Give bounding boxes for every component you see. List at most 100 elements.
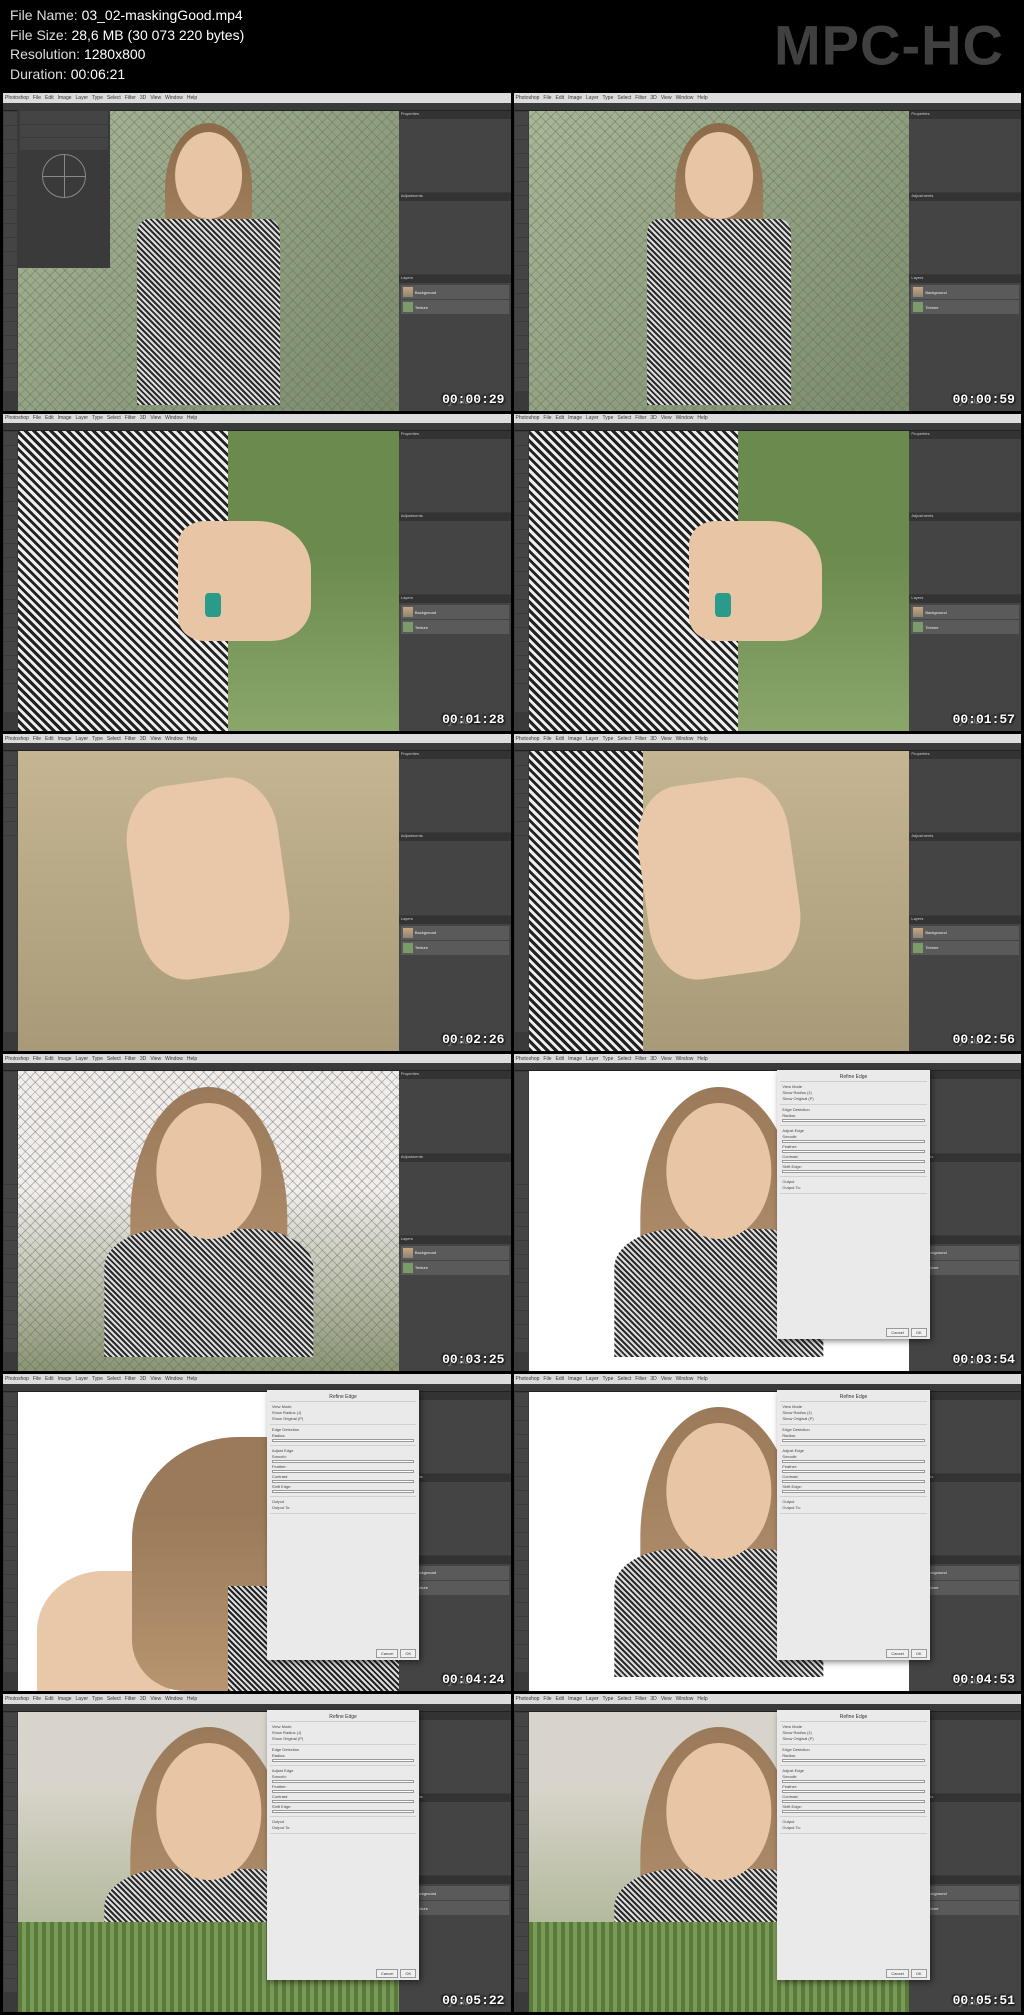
- menu-item[interactable]: File: [543, 415, 551, 421]
- tool-button[interactable]: [515, 1951, 528, 1964]
- menu-item[interactable]: Window: [676, 1696, 694, 1702]
- tool-button[interactable]: [4, 1951, 17, 1964]
- tool-button[interactable]: [515, 1727, 528, 1740]
- menu-item[interactable]: Help: [187, 95, 197, 101]
- video-thumbnail[interactable]: PhotoshopFileEditImageLayerTypeSelectFil…: [3, 414, 511, 731]
- menu-item[interactable]: Window: [165, 736, 183, 742]
- tool-button[interactable]: [515, 558, 528, 571]
- refine-slider[interactable]: [272, 1480, 414, 1483]
- canvas-area[interactable]: [529, 111, 910, 411]
- menu-item[interactable]: Photoshop: [5, 1056, 29, 1062]
- tool-button[interactable]: [515, 1575, 528, 1588]
- tool-button[interactable]: [515, 1783, 528, 1796]
- menu-item[interactable]: Select: [617, 1376, 631, 1382]
- layer-row[interactable]: Background: [401, 285, 509, 299]
- tool-button[interactable]: [515, 1895, 528, 1908]
- menu-item[interactable]: Type: [92, 95, 103, 101]
- video-thumbnail[interactable]: PhotoshopFileEditImageLayerTypeSelectFil…: [514, 1374, 1022, 1691]
- tool-button[interactable]: [515, 1839, 528, 1852]
- menu-item[interactable]: View: [661, 1376, 672, 1382]
- layer-row[interactable]: Texture: [401, 620, 509, 634]
- video-thumbnail[interactable]: PhotoshopFileEditImageLayerTypeSelectFil…: [3, 1374, 511, 1691]
- tool-button[interactable]: [4, 752, 17, 765]
- tool-button[interactable]: [515, 432, 528, 445]
- tool-button[interactable]: [4, 892, 17, 905]
- menu-item[interactable]: 3D: [140, 95, 146, 101]
- tool-button[interactable]: [4, 1241, 17, 1254]
- menu-item[interactable]: View: [150, 736, 161, 742]
- video-thumbnail[interactable]: PhotoshopFileEditImageLayerTypeSelectFil…: [3, 734, 511, 1051]
- tool-button[interactable]: [4, 516, 17, 529]
- refine-slider[interactable]: [272, 1439, 414, 1442]
- tool-button[interactable]: [4, 572, 17, 585]
- tool-button[interactable]: [515, 670, 528, 683]
- tool-button[interactable]: [515, 1755, 528, 1768]
- refine-slider[interactable]: [272, 1790, 414, 1793]
- tool-button[interactable]: [515, 794, 528, 807]
- tool-button[interactable]: [515, 684, 528, 697]
- tool-button[interactable]: [515, 822, 528, 835]
- cancel-button[interactable]: Cancel: [376, 1649, 398, 1658]
- video-thumbnail[interactable]: PhotoshopFileEditImageLayerTypeSelectFil…: [514, 93, 1022, 410]
- tool-button[interactable]: [4, 1100, 17, 1113]
- tool-button[interactable]: [4, 850, 17, 863]
- tool-button[interactable]: [515, 1547, 528, 1560]
- menu-item[interactable]: Photoshop: [5, 1376, 29, 1382]
- tool-button[interactable]: [4, 446, 17, 459]
- tool-button[interactable]: [4, 1004, 17, 1017]
- menu-item[interactable]: Help: [697, 736, 707, 742]
- menu-item[interactable]: Help: [187, 1376, 197, 1382]
- menu-item[interactable]: Layer: [76, 1056, 89, 1062]
- tool-button[interactable]: [515, 140, 528, 153]
- menu-item[interactable]: Layer: [586, 736, 599, 742]
- tool-button[interactable]: [4, 1909, 17, 1922]
- tool-button[interactable]: [515, 1269, 528, 1282]
- menu-item[interactable]: Image: [58, 415, 72, 421]
- menu-item[interactable]: Filter: [635, 736, 646, 742]
- tool-button[interactable]: [4, 1867, 17, 1880]
- layer-row[interactable]: Background: [401, 1246, 509, 1260]
- refine-edge-dialog[interactable]: Refine Edge View Mode Show Radius (J) Sh…: [777, 1710, 929, 1980]
- tool-button[interactable]: [4, 168, 17, 181]
- menu-item[interactable]: 3D: [140, 1696, 146, 1702]
- ok-button[interactable]: OK: [400, 1969, 416, 1978]
- menu-item[interactable]: Photoshop: [516, 1376, 540, 1382]
- video-thumbnail[interactable]: PhotoshopFileEditImageLayerTypeSelectFil…: [3, 93, 511, 410]
- menu-item[interactable]: Window: [676, 1376, 694, 1382]
- refine-edge-dialog[interactable]: Refine Edge View Mode Show Radius (J) Sh…: [267, 1390, 419, 1660]
- menu-item[interactable]: 3D: [650, 95, 656, 101]
- tool-button[interactable]: [4, 1407, 17, 1420]
- menu-item[interactable]: Window: [165, 1376, 183, 1382]
- tool-button[interactable]: [515, 642, 528, 655]
- tool-button[interactable]: [515, 266, 528, 279]
- tool-button[interactable]: [515, 698, 528, 711]
- tool-button[interactable]: [4, 1185, 17, 1198]
- menu-item[interactable]: Select: [107, 1376, 121, 1382]
- canvas-area[interactable]: [18, 1071, 399, 1371]
- tool-button[interactable]: [4, 502, 17, 515]
- refine-slider[interactable]: [782, 1800, 924, 1803]
- tool-button[interactable]: [4, 628, 17, 641]
- tool-button[interactable]: [4, 238, 17, 251]
- tool-button[interactable]: [4, 280, 17, 293]
- tool-button[interactable]: [4, 1449, 17, 1462]
- menu-item[interactable]: Layer: [586, 95, 599, 101]
- tool-button[interactable]: [515, 1325, 528, 1338]
- tool-button[interactable]: [515, 1339, 528, 1352]
- menu-item[interactable]: File: [33, 736, 41, 742]
- cancel-button[interactable]: Cancel: [886, 1328, 908, 1337]
- tool-button[interactable]: [515, 1867, 528, 1880]
- tool-button[interactable]: [515, 1741, 528, 1754]
- tool-button[interactable]: [515, 1018, 528, 1031]
- menu-item[interactable]: Image: [58, 1056, 72, 1062]
- tool-button[interactable]: [515, 1170, 528, 1183]
- tool-button[interactable]: [4, 1937, 17, 1950]
- tool-button[interactable]: [4, 780, 17, 793]
- menu-item[interactable]: 3D: [140, 736, 146, 742]
- tool-button[interactable]: [515, 1435, 528, 1448]
- tool-button[interactable]: [515, 892, 528, 905]
- tool-button[interactable]: [515, 1979, 528, 1992]
- menu-item[interactable]: File: [33, 1056, 41, 1062]
- tool-button[interactable]: [4, 614, 17, 627]
- tool-button[interactable]: [4, 642, 17, 655]
